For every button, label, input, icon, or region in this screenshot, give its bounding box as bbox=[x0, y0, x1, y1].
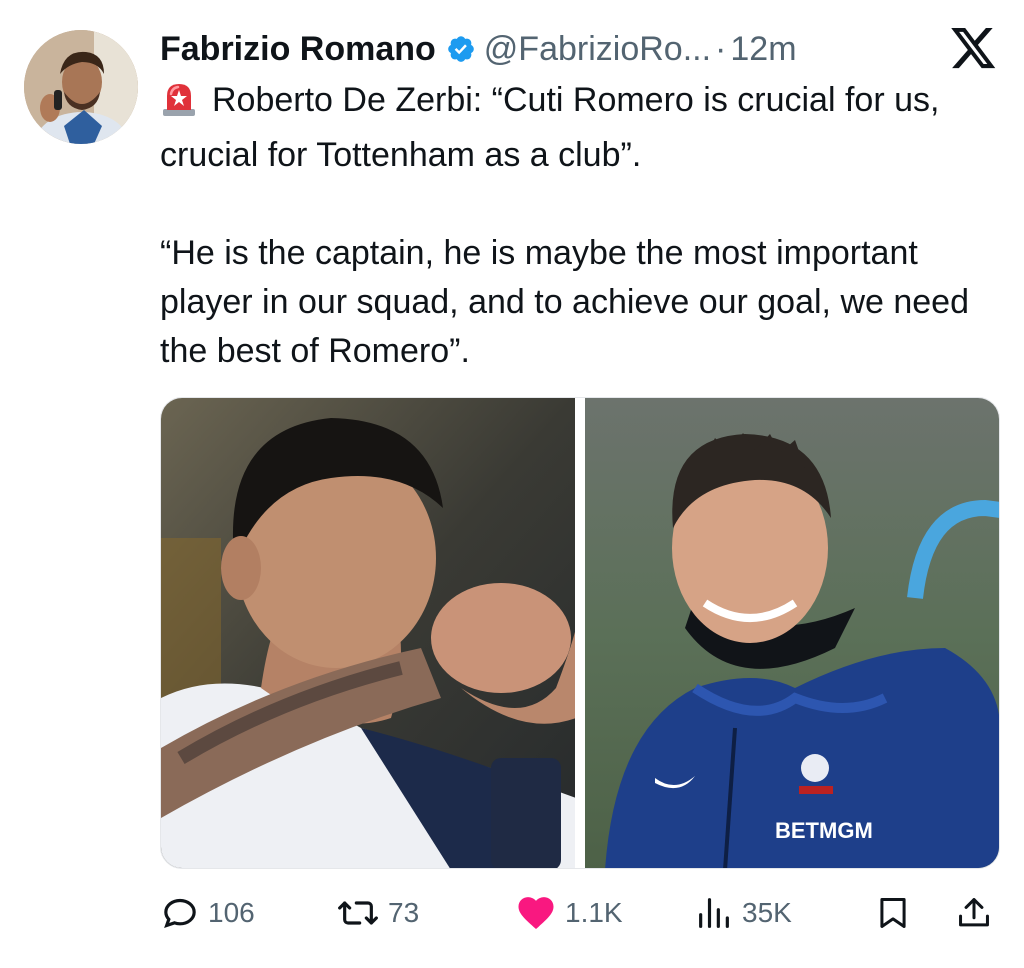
siren-icon bbox=[160, 79, 198, 131]
reply-icon bbox=[164, 898, 196, 929]
reply-count: 106 bbox=[208, 897, 255, 928]
avatar[interactable] bbox=[24, 30, 138, 144]
timestamp[interactable]: 12m bbox=[730, 30, 796, 69]
repost-count: 73 bbox=[388, 897, 420, 928]
author-name[interactable]: Fabrizio Romano bbox=[160, 30, 436, 69]
share-button[interactable] bbox=[955, 888, 993, 938]
tweet-text: Roberto De Zerbi: “Cuti Romero is crucia… bbox=[160, 76, 1010, 376]
right-photo[interactable]: BETMGM bbox=[585, 398, 999, 868]
like-icon bbox=[518, 897, 554, 929]
tweet-paragraph-1: Roberto De Zerbi: “Cuti Romero is crucia… bbox=[160, 76, 1010, 180]
bookmark-icon bbox=[880, 898, 906, 928]
media-grid[interactable]: BETMGM bbox=[160, 397, 1000, 869]
views-button[interactable]: 35K bbox=[694, 888, 792, 938]
repost-button[interactable]: 73 bbox=[336, 888, 419, 938]
repost-icon bbox=[338, 901, 378, 925]
tweet-paragraph-2: “He is the captain, he is maybe the most… bbox=[160, 234, 969, 370]
verified-badge-icon bbox=[446, 34, 476, 64]
sponsor-text: BETMGM bbox=[775, 818, 873, 843]
tweet-actions: 106 73 1.1K 35K bbox=[160, 888, 1000, 938]
tweet-header: Fabrizio Romano @FabrizioRo... · 12m bbox=[160, 26, 797, 72]
x-logo-icon bbox=[951, 28, 997, 70]
share-icon bbox=[959, 898, 989, 927]
left-photo[interactable] bbox=[161, 398, 575, 868]
views-count: 35K bbox=[742, 897, 792, 928]
views-icon bbox=[699, 898, 729, 928]
like-button[interactable]: 1.1K bbox=[515, 888, 623, 938]
author-handle[interactable]: @FabrizioRo... bbox=[484, 30, 711, 69]
like-count: 1.1K bbox=[565, 897, 623, 928]
reply-button[interactable]: 106 bbox=[160, 888, 255, 938]
bookmark-button[interactable] bbox=[874, 888, 912, 938]
separator-dot: · bbox=[715, 29, 727, 68]
tweet-line-1: Roberto De Zerbi: “Cuti Romero is crucia… bbox=[160, 81, 940, 174]
